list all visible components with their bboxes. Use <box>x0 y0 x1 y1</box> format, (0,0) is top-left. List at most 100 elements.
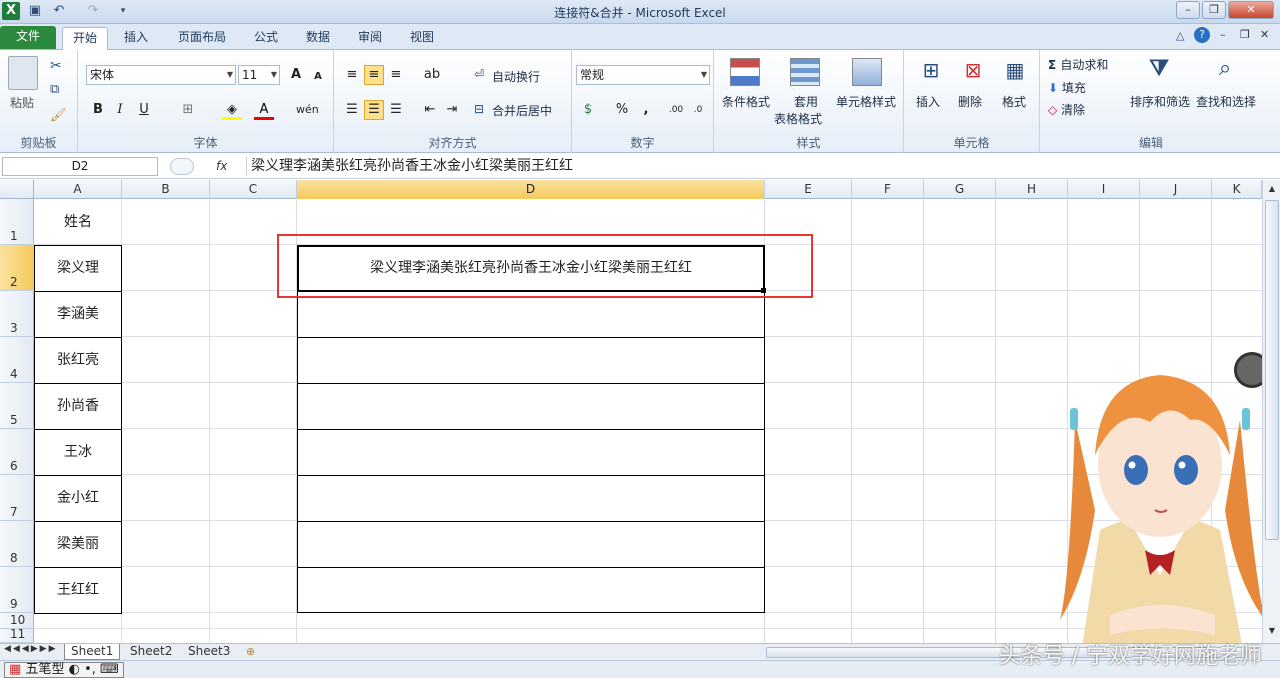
cell-d5[interactable] <box>297 383 765 430</box>
paste-button[interactable]: 粘贴 <box>10 94 34 111</box>
sort-filter-button[interactable]: 排序和筛选 <box>1130 93 1190 110</box>
restore-button[interactable]: ❐ <box>1202 1 1226 19</box>
row-header-3[interactable]: 3 <box>0 291 34 337</box>
column-header-f[interactable]: F <box>852 180 924 199</box>
currency-icon[interactable]: $ <box>578 100 598 120</box>
format-cells-button[interactable]: 格式 <box>1002 93 1026 110</box>
cell-d6[interactable] <box>297 429 765 476</box>
cell-a9[interactable]: 王红红 <box>34 567 122 614</box>
phonetic-icon[interactable]: wén <box>296 100 319 120</box>
row-header-6[interactable]: 6 <box>0 429 34 475</box>
sheet-tab-3[interactable]: Sheet3 <box>182 644 236 660</box>
doc-close-icon[interactable]: ✕ <box>1260 28 1269 41</box>
cell-d3[interactable] <box>297 291 765 338</box>
column-header-j[interactable]: J <box>1140 180 1212 199</box>
clear-button[interactable]: ◇ 清除 <box>1048 101 1085 118</box>
autosum-button[interactable]: Σ 自动求和 <box>1048 56 1108 73</box>
tab-insert[interactable]: 插入 <box>116 27 156 50</box>
decrease-indent-icon[interactable]: ⇤ <box>420 100 440 120</box>
column-header-k[interactable]: K <box>1212 180 1262 199</box>
minimize-button[interactable]: – <box>1176 1 1200 19</box>
align-left-icon[interactable]: ☰ <box>342 100 362 120</box>
column-header-e[interactable]: E <box>765 180 852 199</box>
tab-data[interactable]: 数据 <box>298 27 338 50</box>
tab-page-layout[interactable]: 页面布局 <box>170 27 234 50</box>
font-size-select[interactable]: 11 ▼ <box>238 65 280 85</box>
help-icon[interactable]: ? <box>1194 27 1210 43</box>
cell-d4[interactable] <box>297 337 765 384</box>
close-button[interactable]: ✕ <box>1228 1 1274 19</box>
find-select-button[interactable]: 查找和选择 <box>1196 93 1256 110</box>
doc-restore-icon[interactable]: ❐ <box>1240 28 1250 41</box>
italic-icon[interactable]: I <box>110 100 130 120</box>
delete-cells-button[interactable]: 删除 <box>958 93 982 110</box>
wrap-text-button[interactable]: 自动换行 <box>492 68 540 85</box>
percent-button[interactable]: % <box>612 100 632 120</box>
row-header-9[interactable]: 9 <box>0 567 34 613</box>
column-header-b[interactable]: B <box>122 180 210 199</box>
cut-icon[interactable]: ✂ <box>50 58 62 74</box>
scroll-down-icon[interactable]: ▼ <box>1265 624 1279 638</box>
cell-a8[interactable]: 梁美丽 <box>34 521 122 568</box>
conditional-format-button[interactable]: 条件格式 <box>722 93 770 110</box>
format-table-label-2[interactable]: 表格格式 <box>774 110 822 127</box>
font-color-icon[interactable]: A <box>254 100 274 120</box>
align-bottom-icon[interactable]: ≡ <box>386 65 406 85</box>
row-header-2[interactable]: 2 <box>0 245 34 291</box>
column-header-d[interactable]: D <box>297 180 765 199</box>
doc-minimize-icon[interactable]: – <box>1220 28 1226 41</box>
cell-a5[interactable]: 孙尚香 <box>34 383 122 430</box>
cell-styles-button[interactable]: 单元格样式 <box>836 93 896 110</box>
vertical-scrollbar[interactable]: ▲ ▼ <box>1262 180 1280 643</box>
align-top-icon[interactable]: ≡ <box>342 65 362 85</box>
column-header-a[interactable]: A <box>34 180 122 199</box>
tab-formulas[interactable]: 公式 <box>246 27 286 50</box>
tab-view[interactable]: 视图 <box>402 27 442 50</box>
row-header-8[interactable]: 8 <box>0 521 34 567</box>
format-table-label-1[interactable]: 套用 <box>794 93 818 110</box>
scroll-up-icon[interactable]: ▲ <box>1265 182 1279 196</box>
number-format-select[interactable]: 常规 ▼ <box>576 65 710 85</box>
cell-d9[interactable] <box>297 567 765 613</box>
minimize-ribbon-icon[interactable]: △ <box>1176 29 1184 42</box>
tab-home[interactable]: 开始 <box>62 27 108 50</box>
insert-function-icon[interactable]: fx <box>216 157 236 176</box>
paste-icon[interactable] <box>8 56 38 90</box>
cell-a6[interactable]: 王冰 <box>34 429 122 476</box>
insert-cells-button[interactable]: 插入 <box>916 93 940 110</box>
copy-icon[interactable]: ⧉ <box>50 82 59 97</box>
decrease-decimal-icon[interactable]: .0 <box>688 100 708 120</box>
fill-color-icon[interactable]: ◈ <box>222 100 242 120</box>
sheet-tab-2[interactable]: Sheet2 <box>124 644 178 660</box>
align-middle-icon[interactable]: ≡ <box>364 65 384 85</box>
row-header-1[interactable]: 1 <box>0 199 34 245</box>
orientation-icon[interactable]: ab <box>422 65 442 85</box>
row-header-5[interactable]: 5 <box>0 383 34 429</box>
cell-a1-header[interactable]: 姓名 <box>34 199 122 245</box>
bold-icon[interactable]: B <box>88 100 108 120</box>
row-header-11[interactable]: 11 <box>0 627 34 643</box>
underline-icon[interactable]: U <box>134 100 154 120</box>
name-box[interactable]: D2 <box>2 157 158 176</box>
comma-button[interactable]: , <box>636 100 656 120</box>
column-header-g[interactable]: G <box>924 180 996 199</box>
row-header-7[interactable]: 7 <box>0 475 34 521</box>
cell-a2[interactable]: 梁义理 <box>34 245 122 292</box>
format-painter-icon[interactable]: 🖌 <box>50 108 67 123</box>
cell-d7[interactable] <box>297 475 765 522</box>
fill-button[interactable]: ⬇ 填充 <box>1048 79 1086 96</box>
sheet-nav-arrows-icon[interactable]: ◀◀◀▶▶▶ <box>4 644 58 654</box>
ime-indicator[interactable]: ▦ 五笔型 ◐ •, ⌨ <box>4 662 124 678</box>
column-header-c[interactable]: C <box>210 180 297 199</box>
tab-file[interactable]: 文件 <box>0 26 56 49</box>
cell-a3[interactable]: 李涵美 <box>34 291 122 338</box>
row-header-4[interactable]: 4 <box>0 337 34 383</box>
formula-input[interactable]: 梁义理李涵美张红亮孙尚香王冰金小红梁美丽王红红 <box>246 157 1266 176</box>
align-center-icon[interactable]: ☰ <box>364 100 384 120</box>
tab-review[interactable]: 审阅 <box>350 27 390 50</box>
increase-indent-icon[interactable]: ⇥ <box>442 100 462 120</box>
cell-d8[interactable] <box>297 521 765 568</box>
formula-bar-expand-icon[interactable] <box>170 158 194 175</box>
column-header-i[interactable]: I <box>1068 180 1140 199</box>
grow-font-icon[interactable]: A <box>286 65 306 85</box>
